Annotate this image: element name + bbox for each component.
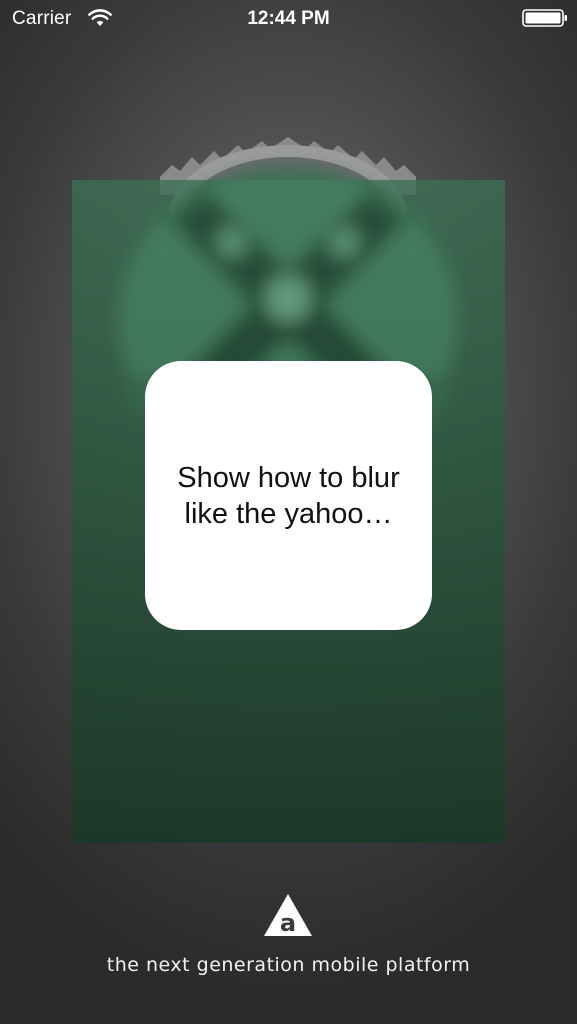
clock-label: 12:44 PM [247,8,330,29]
svg-text:a: a [280,909,296,937]
appcelerator-a-logo-icon: a [264,894,312,937]
battery-icon [522,9,567,27]
card-text: Show how to blur like the yahoo… [177,461,400,530]
message-card[interactable]: Show how to blur like the yahoo… [145,361,432,630]
tagline: the next generation mobile platform [106,954,471,976]
status-bar: Carrier 12:44 PM [0,0,577,38]
